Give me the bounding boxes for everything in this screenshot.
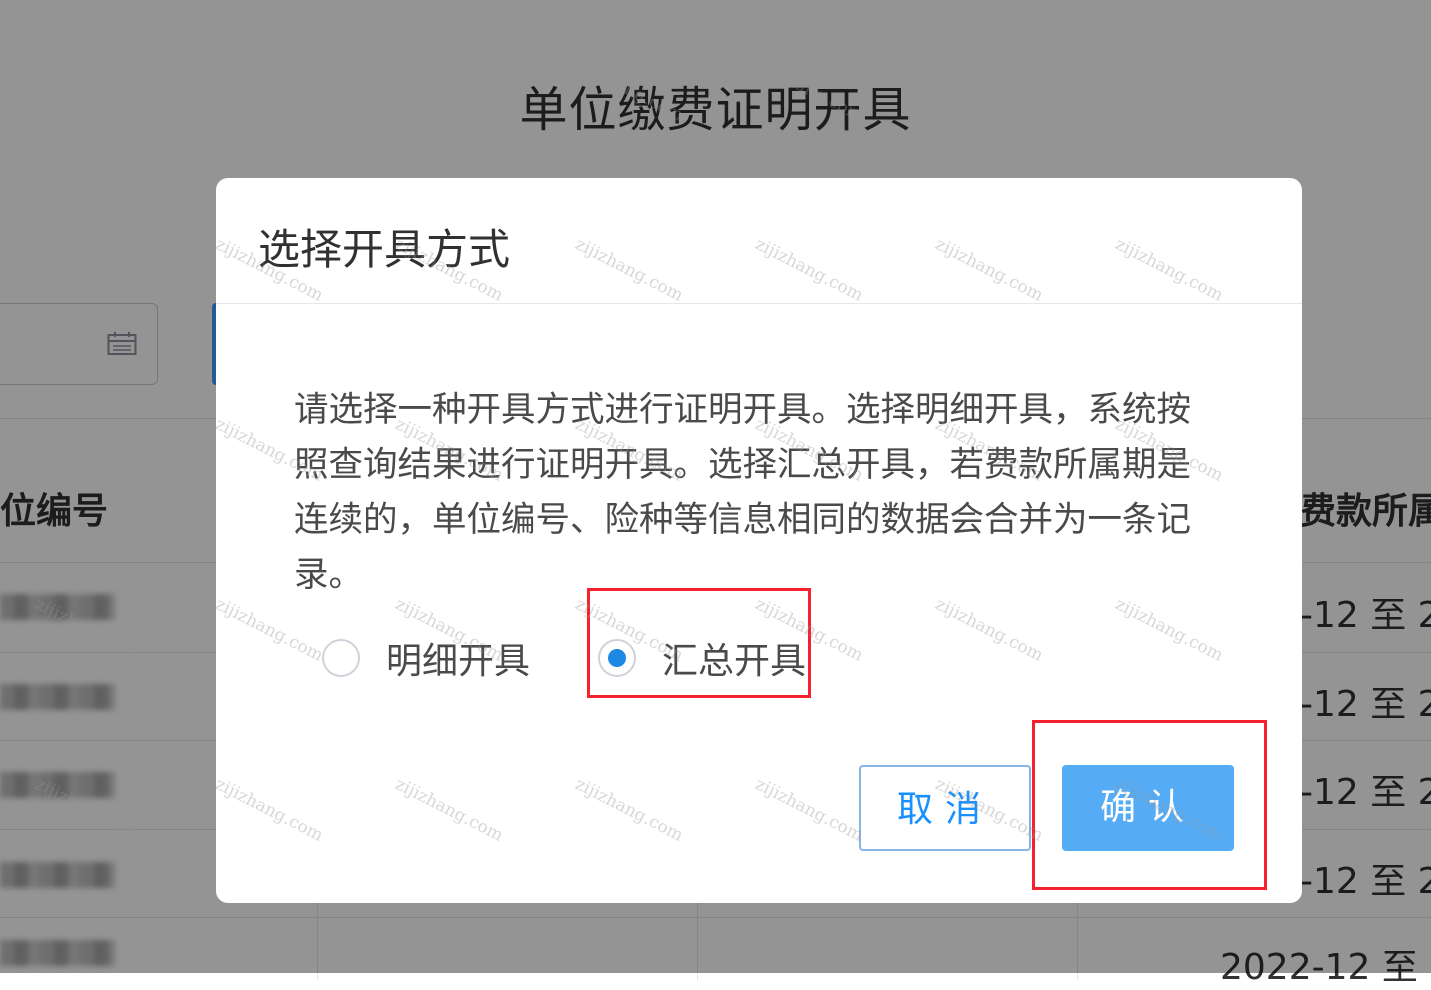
cancel-button[interactable]: 取消 (859, 765, 1031, 851)
select-issue-mode-dialog: 选择开具方式 请选择一种开具方式进行证明开具。选择明细开具，系统按照查询结果进行… (216, 178, 1302, 903)
radio-option-detail[interactable]: 明细开具 (322, 633, 530, 683)
annotation-highlight-confirm (1032, 720, 1267, 890)
dialog-title: 选择开具方式 (258, 225, 511, 274)
radio-unchecked-icon[interactable] (322, 639, 360, 677)
dialog-description: 请选择一种开具方式进行证明开具。选择明细开具，系统按照查询结果进行证明开具。选择… (294, 390, 1191, 595)
radio-label-detail: 明细开具 (386, 641, 531, 682)
dialog-divider (216, 303, 1302, 304)
annotation-highlight-summary (587, 588, 811, 698)
